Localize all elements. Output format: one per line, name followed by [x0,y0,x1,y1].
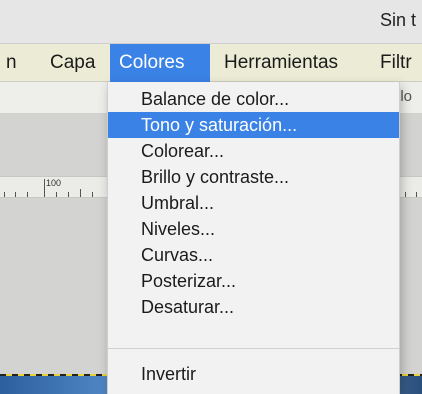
ruler-tick [416,192,417,197]
window-titlebar: Sin t [0,0,422,44]
ruler-label-100: 100 [46,178,62,188]
menu-item-desaturar[interactable]: Desaturar... [108,294,399,320]
window-title: Sin t [379,10,416,30]
ruler-tick [405,192,406,197]
menu-item-invertir[interactable]: Invertir [108,361,399,387]
menu-image-partial[interactable]: n [2,44,21,82]
menu-item-brillo-y-contraste[interactable]: Brillo y contraste... [108,164,399,190]
ruler-tick [68,192,69,197]
ruler-tick [4,192,5,197]
ruler-tick [15,192,16,197]
menu-filtros-partial[interactable]: Filtr [376,44,416,82]
ruler-tick [92,192,93,197]
menu-item-colorear[interactable]: Colorear... [108,138,399,164]
menubar: n Capa Colores Herramientas Filtr [0,44,422,82]
menu-capa[interactable]: Capa [44,44,101,82]
ruler-tick-major [44,179,45,197]
colores-dropdown-menu: Balance de color... Tono y saturación...… [107,82,400,394]
ruler-tick [80,189,81,197]
ruler-tick [56,192,57,197]
ruler-tick [27,192,28,197]
menu-colores[interactable]: Colores [110,44,210,82]
menu-item-niveles[interactable]: Niveles... [108,216,399,242]
menu-item-tono-y-saturacion[interactable]: Tono y saturación... [108,112,399,138]
menu-item-umbral[interactable]: Umbral... [108,190,399,216]
menu-herramientas[interactable]: Herramientas [218,44,344,82]
menu-separator [108,348,399,349]
menu-item-posterizar[interactable]: Posterizar... [108,268,399,294]
menu-item-balance-de-color[interactable]: Balance de color... [108,86,399,112]
menu-item-curvas[interactable]: Curvas... [108,242,399,268]
